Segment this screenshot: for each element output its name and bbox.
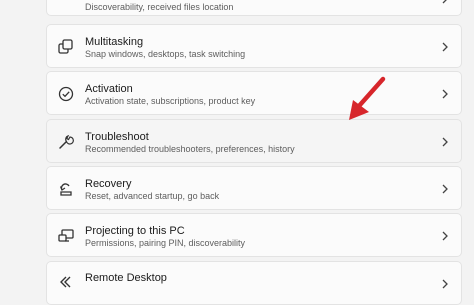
settings-list: Discoverability, received files location… [0,0,474,305]
settings-item-desc: Snap windows, desktops, task switching [85,49,246,59]
settings-item-projecting[interactable]: Projecting to this PC Permissions, pairi… [46,213,462,257]
remote-desktop-icon [57,274,75,292]
settings-item-title: Remote Desktop [85,272,167,284]
chevron-right-icon [441,0,449,4]
settings-item-title: Activation [85,83,133,95]
chevron-right-icon [441,137,449,147]
chevron-right-icon [441,89,449,99]
share-icon [57,0,75,3]
chevron-right-icon [441,184,449,194]
multitasking-icon [57,38,75,56]
settings-item-troubleshoot[interactable]: Troubleshoot Recommended troubleshooters… [46,119,462,163]
activation-check-icon [57,85,75,103]
settings-item-title: Multitasking [85,36,144,48]
settings-item-desc: Recommended troubleshooters, preferences… [85,144,295,154]
red-arrow-annotation [349,76,386,120]
settings-item-desc: Reset, advanced startup, go back [85,191,220,201]
settings-item-title: Projecting to this PC [85,225,185,237]
projecting-icon [57,227,75,245]
settings-item-desc: Permissions, pairing PIN, discoverabilit… [85,238,246,248]
settings-item-desc: Discoverability, received files location [85,2,234,12]
chevron-right-icon [441,231,449,241]
settings-item-nearby-sharing[interactable]: Discoverability, received files location [46,0,462,16]
chevron-right-icon [441,42,449,52]
settings-item-activation[interactable]: Activation Activation state, subscriptio… [46,71,462,115]
settings-item-remote-desktop[interactable]: Remote Desktop [46,261,462,305]
settings-item-multitasking[interactable]: Multitasking Snap windows, desktops, tas… [46,24,462,68]
settings-item-title: Troubleshoot [85,131,149,143]
settings-item-desc: Activation state, subscriptions, product… [85,96,256,106]
recovery-icon [57,180,75,198]
chevron-right-icon [441,279,449,289]
wrench-icon [57,133,75,151]
settings-item-title: Recovery [85,178,132,190]
settings-item-recovery[interactable]: Recovery Reset, advanced startup, go bac… [46,166,462,210]
